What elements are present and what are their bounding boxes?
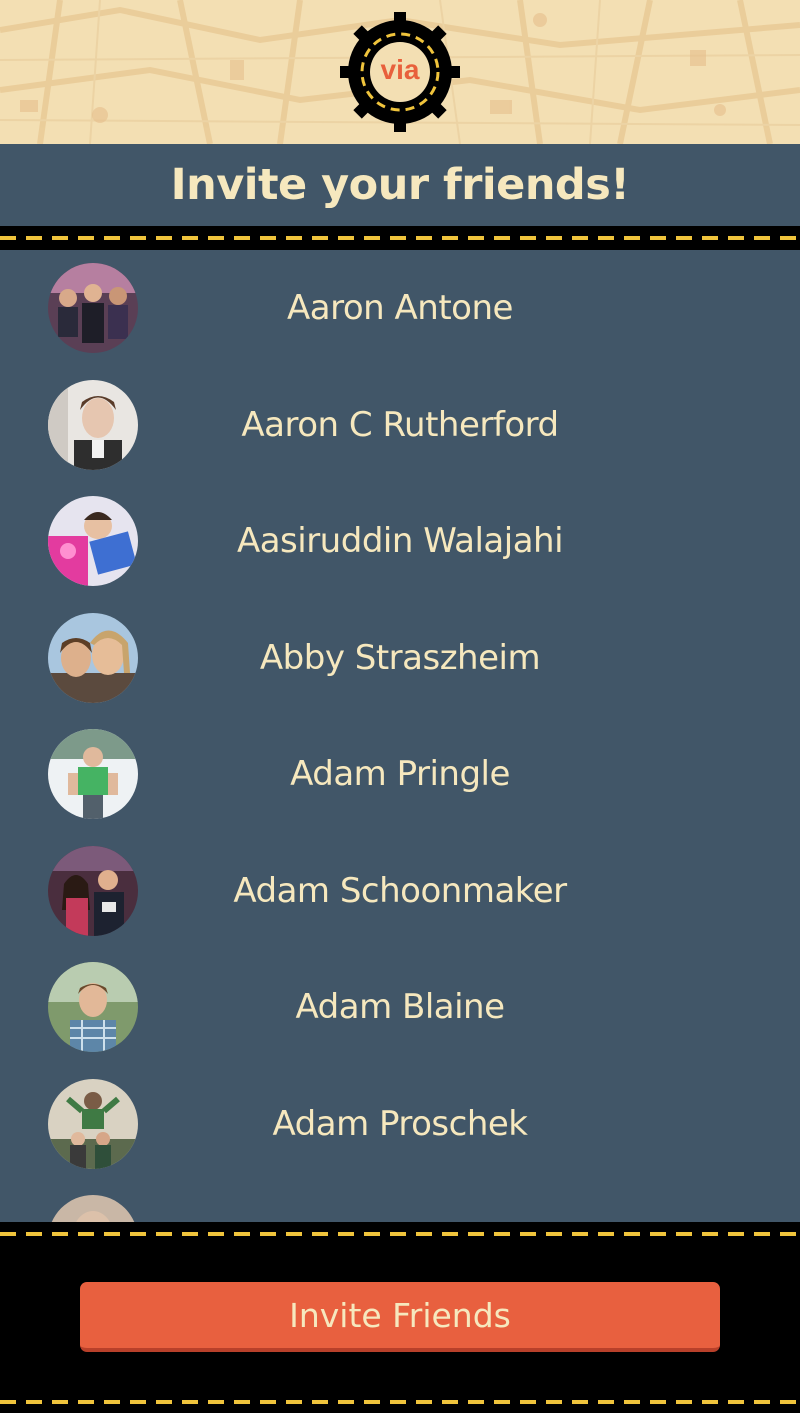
- road-divider: [0, 1222, 800, 1246]
- invite-friends-button[interactable]: Invite Friends: [80, 1282, 720, 1352]
- via-logo: via: [340, 12, 460, 132]
- list-item[interactable]: Adam Blaine: [0, 949, 800, 1066]
- avatar: [48, 845, 138, 936]
- avatar: [48, 729, 138, 820]
- avatar: [48, 263, 138, 354]
- list-item[interactable]: Aasiruddin Walajahi: [0, 483, 800, 600]
- list-item[interactable]: Adam Pringle: [0, 716, 800, 833]
- avatar: [48, 962, 138, 1053]
- avatar: [48, 496, 138, 587]
- avatar: [48, 1078, 138, 1169]
- title-bar: Invite your friends!: [0, 144, 800, 226]
- list-item[interactable]: Abby Straszheim: [0, 600, 800, 717]
- avatar: [48, 612, 138, 703]
- list-item[interactable]: Adam Schoonmaker: [0, 833, 800, 950]
- footer: Invite Friends: [0, 1246, 800, 1392]
- page-title: Invite your friends!: [170, 160, 630, 210]
- list-item[interactable]: [0, 1182, 800, 1222]
- road-divider: [0, 226, 800, 250]
- list-item[interactable]: Adam Proschek: [0, 1066, 800, 1183]
- list-item[interactable]: Aaron Antone: [0, 250, 800, 367]
- road-divider: [0, 1392, 800, 1413]
- logo-text: via: [380, 54, 420, 85]
- list-item[interactable]: Aaron C Rutherford: [0, 367, 800, 484]
- avatar: [48, 379, 138, 470]
- friend-list[interactable]: Aaron Antone Aaron C Rutherford Aasirudd…: [0, 250, 800, 1222]
- map-header: via: [0, 0, 800, 144]
- avatar: [48, 1195, 138, 1222]
